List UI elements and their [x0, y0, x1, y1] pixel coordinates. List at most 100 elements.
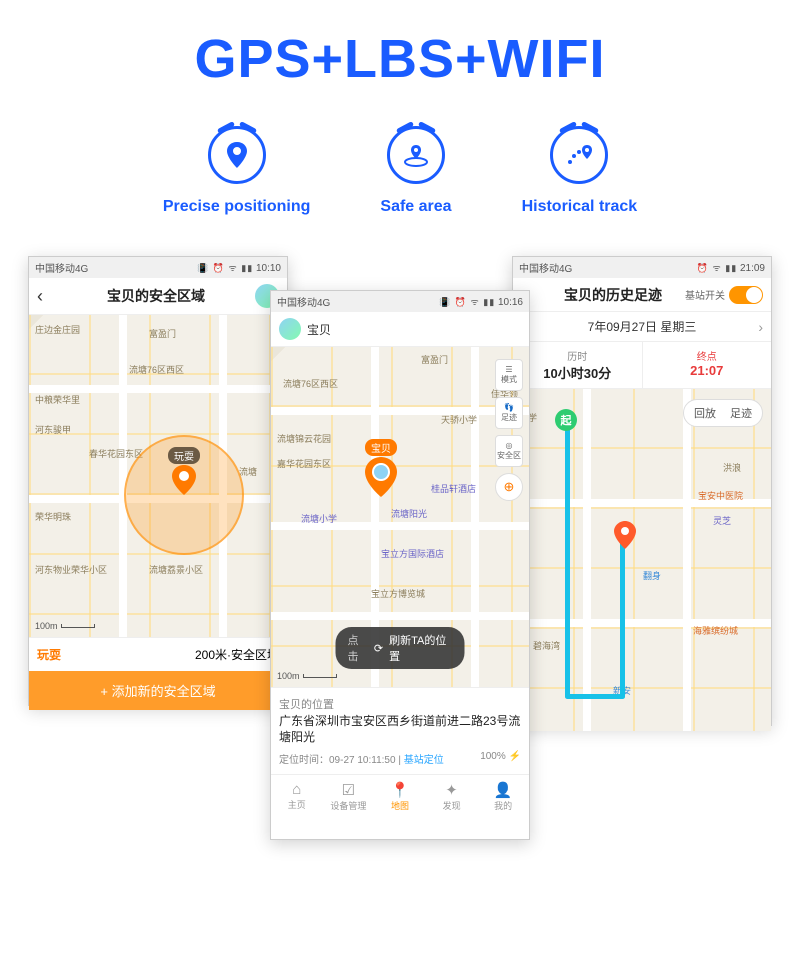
hero-title: GPS+LBS+WIFI — [0, 28, 800, 90]
date-selector[interactable]: ‹ 7年09月27日 星期三 › — [513, 312, 771, 342]
phones-container: 中国移动4G 📳 ⏰ ᯤ ▮▮ 10:10 ‹ 宝贝的安全区域 庄边金庄园 富盈… — [0, 256, 800, 896]
start-marker: 起 — [555, 409, 577, 431]
info-label: 宝贝的位置 — [279, 696, 521, 712]
status-bar: 中国移动4G 📳 ⏰ ᯤ ▮▮ 10:10 — [29, 257, 287, 278]
discover-icon: ✦ — [426, 781, 478, 799]
replay-button[interactable]: 回放 — [694, 405, 716, 421]
date-label: 7年09月27日 星期三 — [588, 318, 697, 335]
status-icons: 📳 ⏰ ᯤ ▮▮ — [197, 263, 253, 273]
poi-label: 流塘荔景小区 — [149, 563, 203, 576]
feature-label: Historical track — [522, 198, 638, 216]
device-icon: ☑ — [323, 781, 375, 799]
poi-label: 宝立方国际酒店 — [381, 547, 444, 560]
poi-label: 流塘76区西区 — [129, 363, 184, 376]
home-icon: ⌂ — [271, 781, 323, 798]
status-bar: 中国移动4G 📳 ⏰ ᯤ ▮▮ 10:16 — [271, 291, 529, 312]
tab-map[interactable]: 📍地图 — [374, 775, 426, 816]
poi-label: 庄边金庄园 — [35, 323, 80, 336]
feature-safe: Safe area — [380, 126, 451, 216]
map-tiles — [513, 389, 771, 731]
poi-label: 河东骏甲 — [35, 423, 71, 436]
track-segment — [565, 419, 570, 699]
footprint-button[interactable]: 👣足迹 — [495, 397, 523, 429]
status-icons: 📳 ⏰ ᯤ ▮▮ — [439, 297, 495, 307]
feature-track: Historical track — [522, 126, 638, 216]
current-pin[interactable]: 宝贝 — [365, 457, 397, 497]
end-marker — [614, 521, 636, 549]
poi-label: 流塘锦云花园 — [277, 432, 331, 445]
toggle-label: 基站开关 — [685, 287, 725, 302]
carrier: 中国移动4G — [519, 260, 572, 275]
poi-label: 荣华明珠 — [35, 510, 71, 523]
safezone-button[interactable]: ◎安全区 — [495, 435, 523, 467]
map-scale: 100m — [35, 621, 95, 631]
user-icon: 👤 — [477, 781, 529, 799]
zone-name: 玩耍 — [37, 646, 61, 663]
track-segment — [565, 694, 625, 699]
track-icon — [550, 126, 608, 184]
phone-safe-area: 中国移动4G 📳 ⏰ ᯤ ▮▮ 10:10 ‹ 宝贝的安全区域 庄边金庄园 富盈… — [28, 256, 288, 706]
geofence-pin[interactable]: 玩耍 — [172, 465, 196, 495]
zone-desc: 200米·安全区域 — [195, 646, 279, 663]
avatar — [279, 318, 301, 340]
feature-precise: Precise positioning — [163, 126, 311, 216]
phone-track: 中国移动4G ⏰ ᯤ ▮▮ 21:09 ‹ 宝贝的历史足迹 基站开关 ‹ 7年0… — [512, 256, 772, 726]
add-zone-button[interactable]: + 添加新的安全区域 — [29, 671, 287, 710]
poi-label: 春华花园东区 — [89, 447, 143, 460]
device-name: 宝贝 — [307, 321, 331, 338]
poi-label: 宝立方博览城 — [371, 587, 425, 600]
pin-label: 玩耍 — [168, 447, 200, 464]
page-title: 宝贝的安全区域 — [57, 286, 255, 306]
map-icon: 📍 — [374, 781, 426, 799]
battery-level: 100% ⚡ — [480, 751, 521, 766]
feature-row: Precise positioning Safe area Historical… — [0, 126, 800, 216]
tab-bar: ⌂主页 ☑设备管理 📍地图 ✦发现 👤我的 — [271, 774, 529, 816]
bs-toggle[interactable] — [729, 286, 763, 304]
replay-control[interactable]: 回放 足迹 — [683, 399, 763, 427]
poi-label: 灵芝 — [713, 514, 731, 527]
refresh-icon: ⟳ — [374, 642, 383, 655]
poi-label: 宝安中医院 — [698, 489, 743, 502]
status-icons: ⏰ ᯤ ▮▮ — [697, 263, 737, 273]
footprint-button[interactable]: 足迹 — [730, 405, 752, 421]
back-button[interactable]: ‹ — [37, 286, 57, 307]
clock: 21:09 — [740, 263, 765, 274]
zone-row[interactable]: 玩耍 200米·安全区域 — [29, 637, 287, 671]
tab-discover[interactable]: ✦发现 — [426, 775, 478, 816]
refresh-location-button[interactable]: 点击 ⟳ 刷新TA的位置 — [336, 627, 465, 669]
poi-label: 嘉华花园东区 — [277, 457, 331, 470]
poi-label: 流塘76区西区 — [283, 377, 338, 390]
device-header[interactable]: 宝贝 — [271, 312, 529, 347]
tab-home[interactable]: ⌂主页 — [271, 775, 323, 816]
map-view[interactable]: 小学 宝安中医院 灵芝 翻身 洪浪 碧海湾 新安 海雅缤纷城 起 回放 足迹 — [513, 389, 771, 731]
title-bar: ‹ 宝贝的历史足迹 基站开关 — [513, 278, 771, 312]
feature-label: Precise positioning — [163, 198, 311, 216]
map-view[interactable]: 流塘76区西区 富盈门 天骄小学 佳华领 流塘锦云花园 嘉华花园东区 流塘小学 … — [271, 347, 529, 687]
carrier: 中国移动4G — [277, 294, 330, 309]
location-info: 宝贝的位置 广东省深圳市宝安区西乡街道前进二路23号流塘阳光 定位时间：09-2… — [271, 687, 529, 774]
clock: 10:16 — [498, 297, 523, 308]
map-tools: ☰模式 👣足迹 ◎安全区 ⊕ — [495, 359, 523, 501]
poi-label: 天骄小学 — [441, 413, 477, 426]
map-view[interactable]: 庄边金庄园 富盈门 流塘76区西区 中粮荣华里 河东骏甲 春华花园东区 流塘 荣… — [29, 315, 287, 637]
duration-row: 历时 10小时30分 终点 21:07 — [513, 342, 771, 389]
poi-label: 翻身 — [643, 569, 661, 582]
poi-label: 中粮荣华里 — [35, 393, 80, 406]
map-scale: 100m — [277, 671, 337, 681]
tap-hint: 点击 — [348, 632, 368, 664]
carrier: 中国移动4G — [35, 260, 88, 275]
tab-me[interactable]: 👤我的 — [477, 775, 529, 816]
endpoint-cell: 终点 21:07 — [643, 342, 772, 388]
poi-label: 桂品轩酒店 — [431, 482, 476, 495]
locate-button[interactable]: ⊕ — [495, 473, 523, 501]
poi-label: 富盈门 — [149, 327, 176, 340]
clock: 10:10 — [256, 263, 281, 274]
tab-devices[interactable]: ☑设备管理 — [323, 775, 375, 816]
poi-label: 碧海湾 — [533, 639, 560, 652]
pin-label: 宝贝 — [365, 439, 397, 456]
duration-cell: 历时 10小时30分 — [513, 342, 642, 388]
address: 广东省深圳市宝安区西乡街道前进二路23号流塘阳光 — [279, 714, 521, 745]
mode-button[interactable]: ☰模式 — [495, 359, 523, 391]
poi-label: 富盈门 — [421, 353, 448, 366]
next-day-icon[interactable]: › — [758, 319, 763, 335]
